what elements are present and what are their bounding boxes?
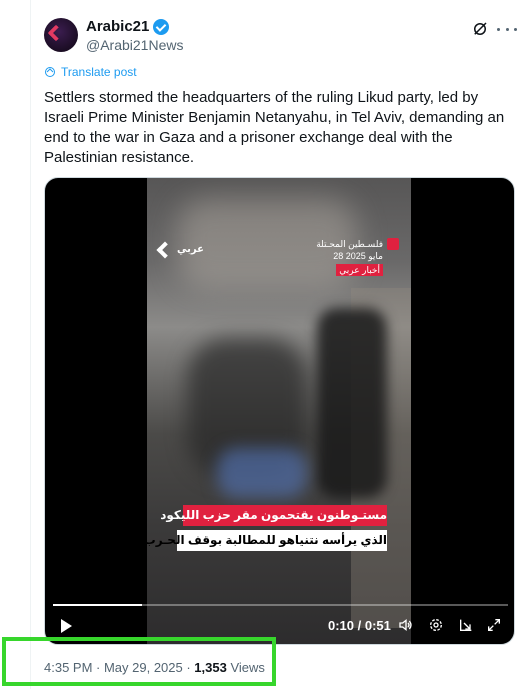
video-caption-line2: الذي يرأسه نتنياهو للمطالبة بوقف الحـرب (147, 530, 387, 551)
video-caption-line1: مستـوطنون يقتحمون مقر حزب الليكود (160, 505, 387, 526)
globe-icon (45, 67, 55, 77)
author-name-row[interactable]: Arabic21 (86, 18, 170, 35)
video-location-line1: فلسـطين المحـتلة (316, 239, 383, 249)
video-logo-text: عربي (177, 244, 204, 255)
play-icon[interactable] (61, 619, 72, 633)
volume-icon[interactable] (398, 617, 414, 633)
more-options-icon[interactable] (497, 20, 517, 38)
author-handle[interactable]: @Arabi21News (86, 37, 183, 53)
video-player[interactable]: عربي فلسـطين المحـتلة 28 مايو 2025 أخبار… (44, 177, 515, 645)
video-location-line2: 28 مايو 2025 (333, 251, 383, 261)
tweet-header: Arabic21 @Arabi21News (44, 16, 517, 56)
tweet-card: Arabic21 @Arabi21News Translate post Set… (30, 0, 529, 689)
arabic21-logo-icon (156, 241, 174, 259)
pop-out-icon[interactable] (458, 617, 474, 633)
avatar[interactable] (44, 18, 78, 52)
author-display-name[interactable]: Arabic21 (86, 18, 149, 35)
grok-icon[interactable] (471, 20, 489, 38)
translate-post-label[interactable]: Translate post (61, 65, 137, 79)
verified-badge-icon[interactable] (153, 18, 170, 35)
arabic21-logo-icon (47, 24, 65, 42)
video-location-tag: أخبار عربي (336, 264, 383, 276)
fullscreen-icon[interactable] (486, 617, 502, 633)
post-text: Settlers stormed the headquarters of the… (44, 89, 505, 166)
video-time-readout: 0:10 / 0:51 (328, 618, 391, 633)
highlight-annotation-box (2, 637, 276, 686)
translate-post-link[interactable]: Translate post (44, 65, 137, 79)
settings-gear-icon[interactable] (428, 617, 444, 633)
video-location-overlay: فلسـطين المحـتلة 28 مايو 2025 أخبار عربي (316, 238, 399, 276)
location-pin-icon (387, 238, 399, 250)
video-frame[interactable]: عربي فلسـطين المحـتلة 28 مايو 2025 أخبار… (147, 178, 411, 644)
